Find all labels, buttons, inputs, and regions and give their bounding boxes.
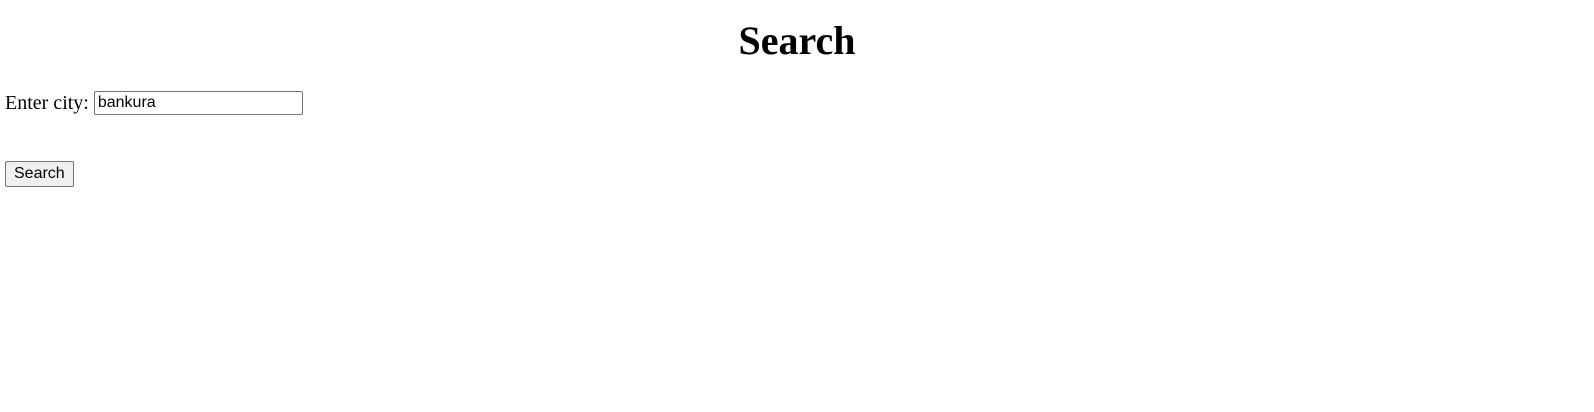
search-button[interactable]: Search: [5, 161, 74, 187]
city-field-row: Enter city:: [5, 90, 303, 116]
page-title: Search: [738, 18, 856, 63]
city-label: Enter city:: [5, 92, 89, 114]
city-input[interactable]: [93, 91, 303, 115]
